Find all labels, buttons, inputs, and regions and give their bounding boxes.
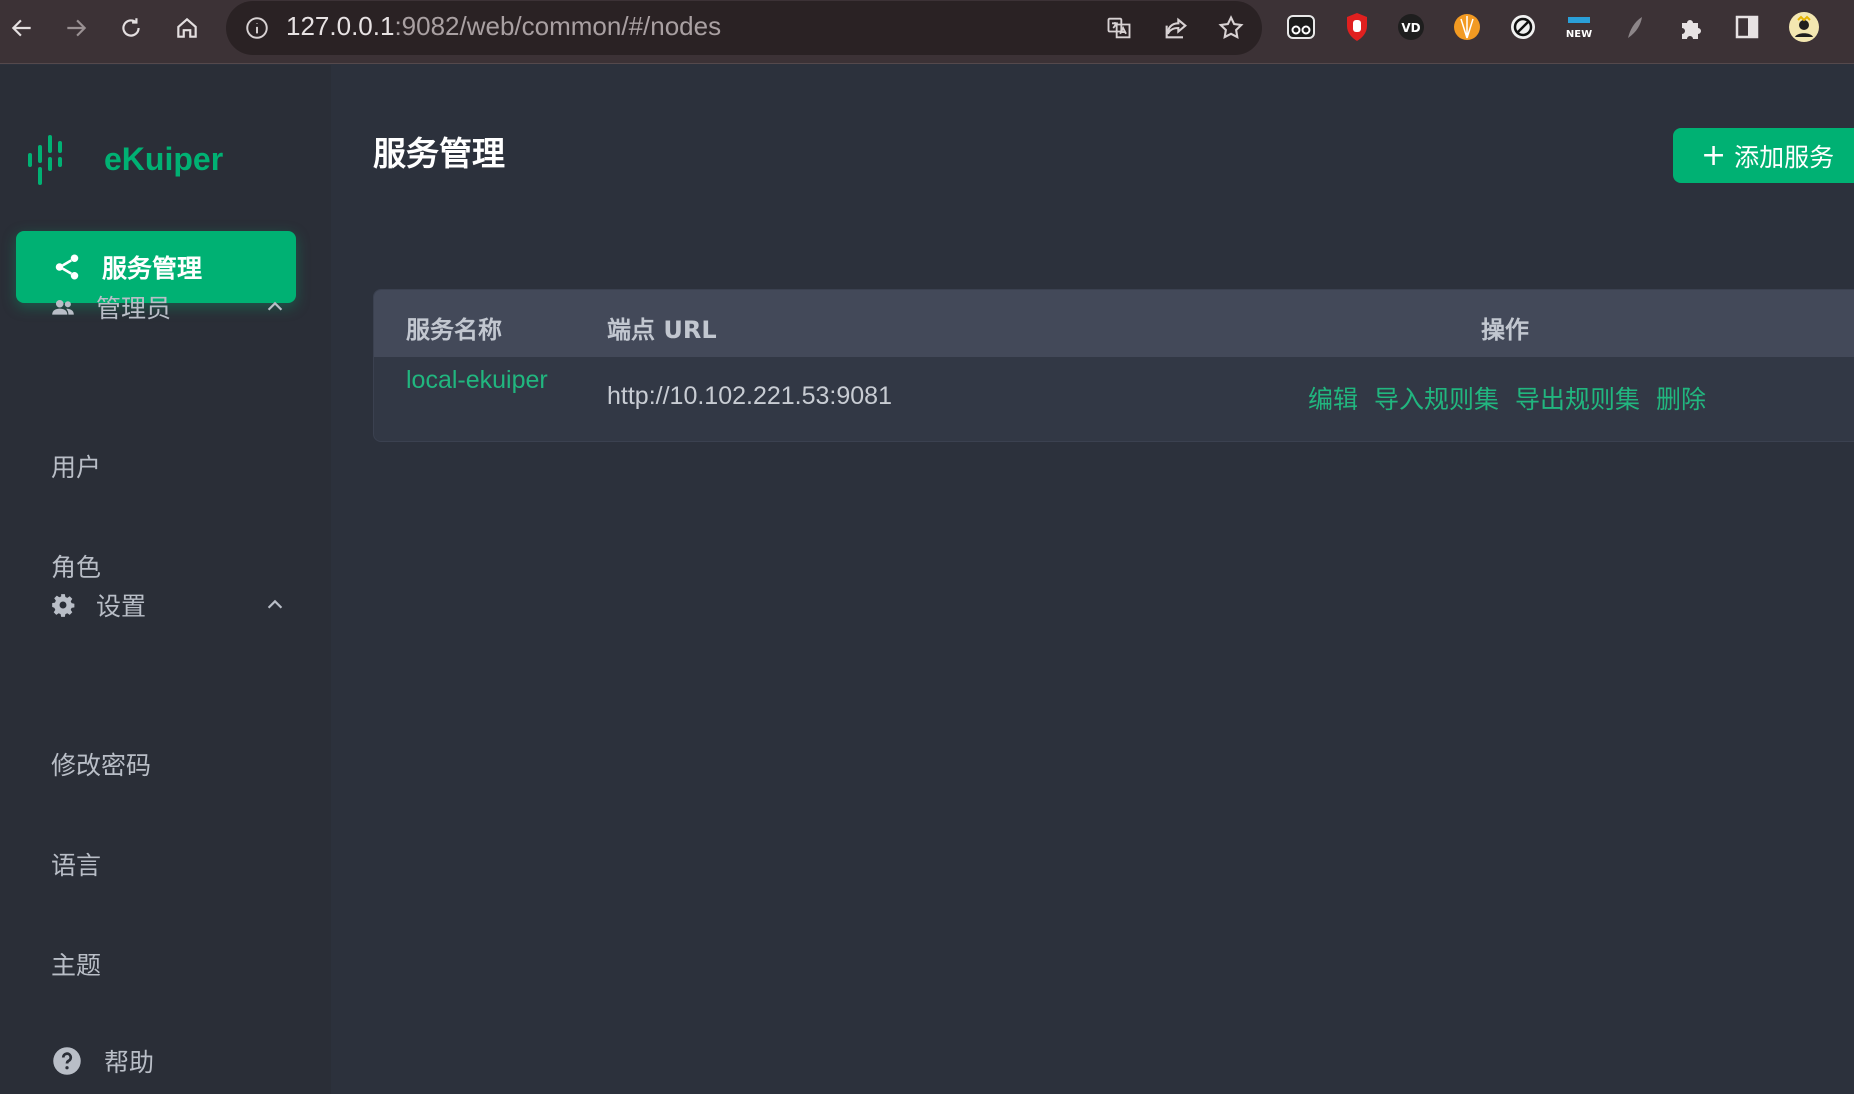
import-ruleset-link[interactable]: 导入规则集 <box>1374 380 1499 416</box>
row-actions: 编辑 导入规则集 导出规则集 删除 <box>1308 380 1706 416</box>
svg-text:NEW: NEW <box>1566 29 1592 40</box>
brand[interactable]: eKuiper <box>26 131 223 187</box>
sidebar-group-settings[interactable]: 设置 <box>0 575 331 635</box>
add-service-label: 添加服务 <box>1734 142 1835 172</box>
delete-link[interactable]: 删除 <box>1656 380 1706 416</box>
edit-link[interactable]: 编辑 <box>1308 380 1358 416</box>
column-header-name: 服务名称 <box>406 316 502 344</box>
share-icon[interactable] <box>1161 13 1191 43</box>
sidebar-item-label: 帮助 <box>104 1048 155 1077</box>
svg-text:VD: VD <box>1401 21 1420 35</box>
page-title: 服务管理 <box>373 134 505 173</box>
endpoint-url: http://10.102.221.53:9081 <box>607 382 892 410</box>
chevron-up-icon <box>267 599 283 609</box>
sidebar-item-users[interactable]: 用户 <box>51 448 101 488</box>
help-icon <box>53 1047 81 1075</box>
puzzle-icon[interactable] <box>1673 9 1709 45</box>
back-arrow-icon[interactable] <box>2 8 42 48</box>
url-text[interactable]: 127.0.0.1:9082/web/common/#/nodes <box>286 11 721 42</box>
services-table: 服务名称 端点 URL 操作 local-ekuiper http://10.1… <box>373 289 1854 442</box>
translate-icon[interactable] <box>1104 13 1134 43</box>
sidebar-item-language[interactable]: 语言 <box>51 846 101 886</box>
chevron-up-icon <box>267 301 283 311</box>
sidebar: eKuiper 服务管理 管理员 用户 角色 设置 修改密码 语言 主题 帮助 <box>0 65 331 1094</box>
table-header: 服务名称 端点 URL 操作 <box>374 290 1854 357</box>
info-icon[interactable] <box>244 15 270 41</box>
block-extension-icon[interactable] <box>1505 9 1541 45</box>
reload-icon[interactable] <box>111 8 151 48</box>
add-service-button[interactable]: + 添加服务 <box>1673 128 1854 183</box>
ekuiper-logo-icon <box>28 135 62 185</box>
feather-extension-icon[interactable] <box>1617 9 1653 45</box>
column-header-actions: 操作 <box>1481 316 1529 344</box>
gear-icon <box>52 594 75 617</box>
sidebar-group-label: 设置 <box>96 592 147 621</box>
sidebar-item-change-password[interactable]: 修改密码 <box>51 746 151 786</box>
forward-arrow-icon[interactable] <box>56 8 96 48</box>
export-ruleset-link[interactable]: 导出规则集 <box>1515 380 1640 416</box>
profile-avatar-icon[interactable] <box>1786 9 1822 45</box>
sidebar-group-label: 管理员 <box>96 294 172 323</box>
service-name-link[interactable]: local-ekuiper <box>406 362 556 399</box>
users-icon <box>52 299 74 315</box>
side-panel-icon[interactable] <box>1729 9 1765 45</box>
column-header-endpoint: 端点 URL <box>607 316 717 344</box>
sidebar-group-admin[interactable]: 管理员 <box>0 277 331 337</box>
address-bar[interactable]: 127.0.0.1:9082/web/common/#/nodes <box>226 1 1262 55</box>
sidebar-item-help[interactable]: 帮助 <box>0 1031 331 1091</box>
home-icon[interactable] <box>167 8 207 48</box>
new-badge-extension-icon[interactable]: NEW <box>1561 9 1597 45</box>
stop-hand-extension-icon[interactable] <box>1339 9 1375 45</box>
glasses-extension-icon[interactable] <box>1283 9 1319 45</box>
vd-extension-icon[interactable]: VD <box>1393 9 1429 45</box>
sidebar-item-theme[interactable]: 主题 <box>51 946 101 986</box>
browser-toolbar: 127.0.0.1:9082/web/common/#/nodes VD NEW <box>0 0 1854 64</box>
shell-extension-icon[interactable] <box>1449 9 1485 45</box>
brand-name: eKuiper <box>104 140 224 177</box>
plus-icon: + <box>1701 137 1727 173</box>
star-icon[interactable] <box>1216 13 1246 43</box>
